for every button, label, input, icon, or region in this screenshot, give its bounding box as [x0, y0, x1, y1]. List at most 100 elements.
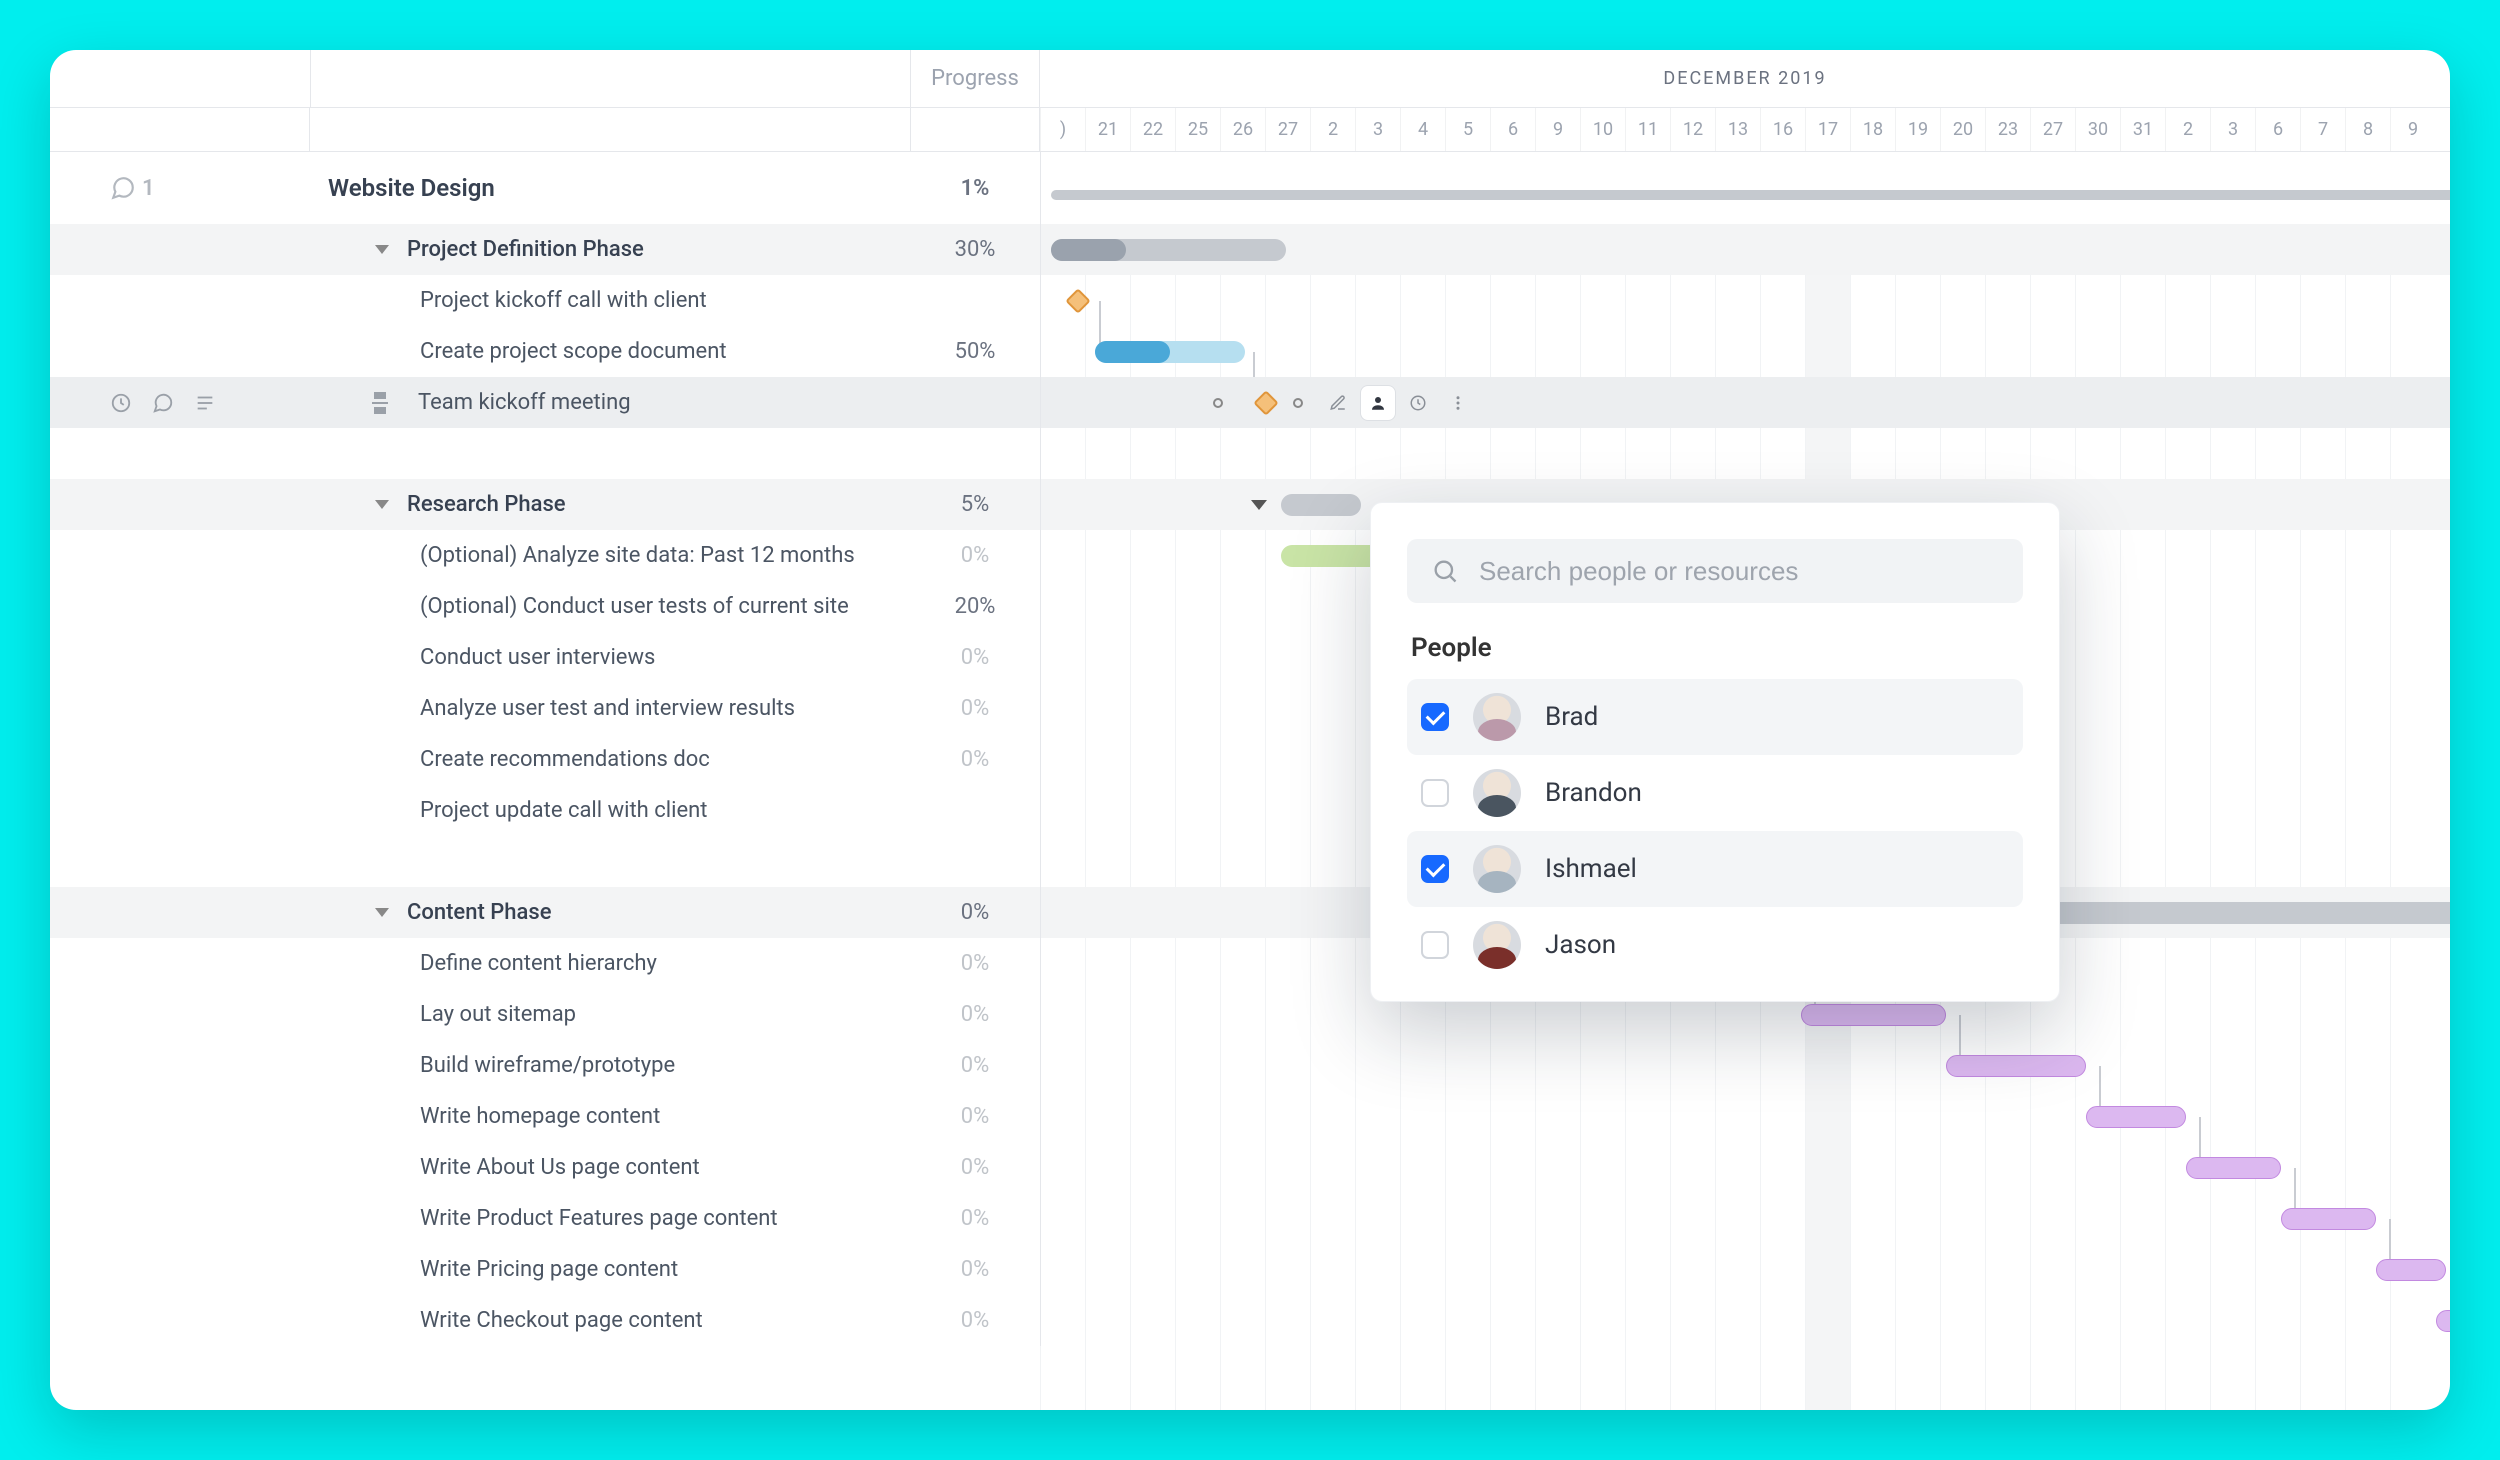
task-bar[interactable] [2086, 1106, 2186, 1128]
task-row-selected[interactable]: Team kickoff meeting [50, 377, 2450, 428]
phase-row[interactable]: Project Definition Phase 30% [50, 224, 2450, 275]
task-bar[interactable] [2376, 1259, 2446, 1281]
task-name[interactable]: Write About Us page content [310, 1142, 910, 1193]
task-bar[interactable] [1801, 1004, 1946, 1026]
collapse-caret-icon[interactable] [375, 908, 389, 917]
task-row[interactable]: Create recommendations doc0% [50, 734, 2450, 785]
date-cell: 2 [1310, 108, 1355, 151]
phase-bar[interactable] [1281, 494, 1361, 516]
task-name[interactable]: Project update call with client [310, 785, 910, 836]
task-bar[interactable] [2186, 1157, 2281, 1179]
toolbar-circle-button[interactable] [1201, 386, 1235, 420]
task-name[interactable]: Write Product Features page content [310, 1193, 910, 1244]
task-name[interactable]: Conduct user interviews [310, 632, 910, 683]
task-name[interactable]: Write Pricing page content [310, 1244, 910, 1295]
person-row[interactable]: Brandon [1407, 755, 2023, 831]
date-cell: 19 [1895, 108, 1940, 151]
drag-handle-icon[interactable] [372, 392, 388, 414]
task-row[interactable]: Write Pricing page content0% [50, 1244, 2450, 1295]
chevron-down-icon[interactable] [1251, 500, 1267, 510]
toolbar-circle-button[interactable] [1281, 386, 1315, 420]
person-row[interactable]: Jason [1407, 907, 2023, 983]
date-cell: 2 [2165, 108, 2210, 151]
task-row[interactable]: Create project scope document 50% [50, 326, 2450, 377]
task-name[interactable]: Analyze user test and interview results [310, 683, 910, 734]
task-name[interactable]: Team kickoff meeting [418, 390, 631, 415]
project-title[interactable]: Website Design [310, 152, 910, 224]
comment-icon[interactable] [152, 392, 174, 414]
task-row[interactable]: Lay out sitemap0% [50, 989, 2450, 1040]
task-row[interactable]: Write About Us page content0% [50, 1142, 2450, 1193]
toolbar-more-button[interactable] [1441, 386, 1475, 420]
person-checkbox[interactable] [1421, 779, 1449, 807]
person-row[interactable]: Ishmael [1407, 831, 2023, 907]
avatar [1473, 845, 1521, 893]
task-row[interactable]: Define content hierarchy0% [50, 938, 2450, 989]
toolbar-edit-button[interactable] [1321, 386, 1355, 420]
date-cell: 3 [1355, 108, 1400, 151]
clock-icon[interactable] [110, 392, 132, 414]
person-name: Brad [1545, 702, 1598, 732]
phase-progress: 0% [910, 887, 1040, 938]
task-progress: 0% [910, 734, 1040, 785]
task-name[interactable]: Write Checkout page content [310, 1295, 910, 1346]
project-bar[interactable] [1051, 190, 2450, 200]
task-row[interactable]: Build wireframe/prototype0% [50, 1040, 2450, 1091]
date-cell: 12 [1670, 108, 1715, 151]
task-bar[interactable] [2281, 1208, 2376, 1230]
task-name[interactable]: (Optional) Conduct user tests of current… [310, 581, 910, 632]
task-name[interactable]: (Optional) Analyze site data: Past 12 mo… [310, 530, 910, 581]
task-progress: 50% [910, 326, 1040, 377]
toolbar-tracking-button[interactable] [1401, 386, 1435, 420]
task-row[interactable]: Project kickoff call with client [50, 275, 2450, 326]
task-progress: 0% [910, 1193, 1040, 1244]
toolbar-assignee-button[interactable] [1361, 386, 1395, 420]
project-row[interactable]: 1 Website Design 1% [50, 152, 2450, 224]
comment-icon[interactable]: 1 [110, 175, 155, 201]
person-checkbox[interactable] [1421, 931, 1449, 959]
task-row[interactable]: Write homepage content0% [50, 1091, 2450, 1142]
task-name[interactable]: Project kickoff call with client [310, 275, 910, 326]
phase-name: Content Phase [407, 900, 551, 925]
date-cell: 26 [1220, 108, 1265, 151]
person-checkbox[interactable] [1421, 703, 1449, 731]
person-name: Brandon [1545, 778, 1642, 808]
spacer-row [50, 836, 2450, 887]
assignee-popover: People BradBrandonIshmaelJason [1370, 502, 2060, 1002]
collapse-caret-icon[interactable] [375, 245, 389, 254]
progress-column-header: Progress [910, 50, 1040, 107]
task-row[interactable]: Analyze user test and interview results0… [50, 683, 2450, 734]
phase-row[interactable]: Content Phase 0% [50, 887, 2450, 938]
task-row[interactable]: (Optional) Analyze site data: Past 12 mo… [50, 530, 2450, 581]
task-bar[interactable] [2436, 1310, 2450, 1332]
collapse-caret-icon[interactable] [375, 500, 389, 509]
task-name[interactable]: Lay out sitemap [310, 989, 910, 1040]
date-cell: ) [1040, 108, 1085, 151]
search-input[interactable] [1479, 556, 1999, 587]
phase-bar[interactable] [2041, 902, 2450, 924]
notes-icon[interactable] [194, 392, 216, 414]
task-name[interactable]: Define content hierarchy [310, 938, 910, 989]
phase-row[interactable]: Research Phase 5% [50, 479, 2450, 530]
task-name[interactable]: Create project scope document [310, 326, 910, 377]
task-name[interactable]: Write homepage content [310, 1091, 910, 1142]
avatar [1473, 921, 1521, 969]
task-name[interactable]: Build wireframe/prototype [310, 1040, 910, 1091]
person-row[interactable]: Brad [1407, 679, 2023, 755]
person-checkbox[interactable] [1421, 855, 1449, 883]
task-bar[interactable] [1946, 1055, 2086, 1077]
date-cell: 31 [2120, 108, 2165, 151]
task-row[interactable]: Write Product Features page content0% [50, 1193, 2450, 1244]
task-row[interactable]: Project update call with client [50, 785, 2450, 836]
date-cell: 22 [1130, 108, 1175, 151]
task-row[interactable]: Write Checkout page content0% [50, 1295, 2450, 1346]
search-field[interactable] [1407, 539, 2023, 603]
date-cell: 21 [1085, 108, 1130, 151]
task-row[interactable]: (Optional) Conduct user tests of current… [50, 581, 2450, 632]
task-name[interactable]: Create recommendations doc [310, 734, 910, 785]
task-bar[interactable] [1281, 545, 1381, 567]
date-cell: 27 [2030, 108, 2075, 151]
date-cell: 9 [2390, 108, 2435, 151]
task-row[interactable]: Conduct user interviews0% [50, 632, 2450, 683]
task-progress: 0% [910, 1244, 1040, 1295]
